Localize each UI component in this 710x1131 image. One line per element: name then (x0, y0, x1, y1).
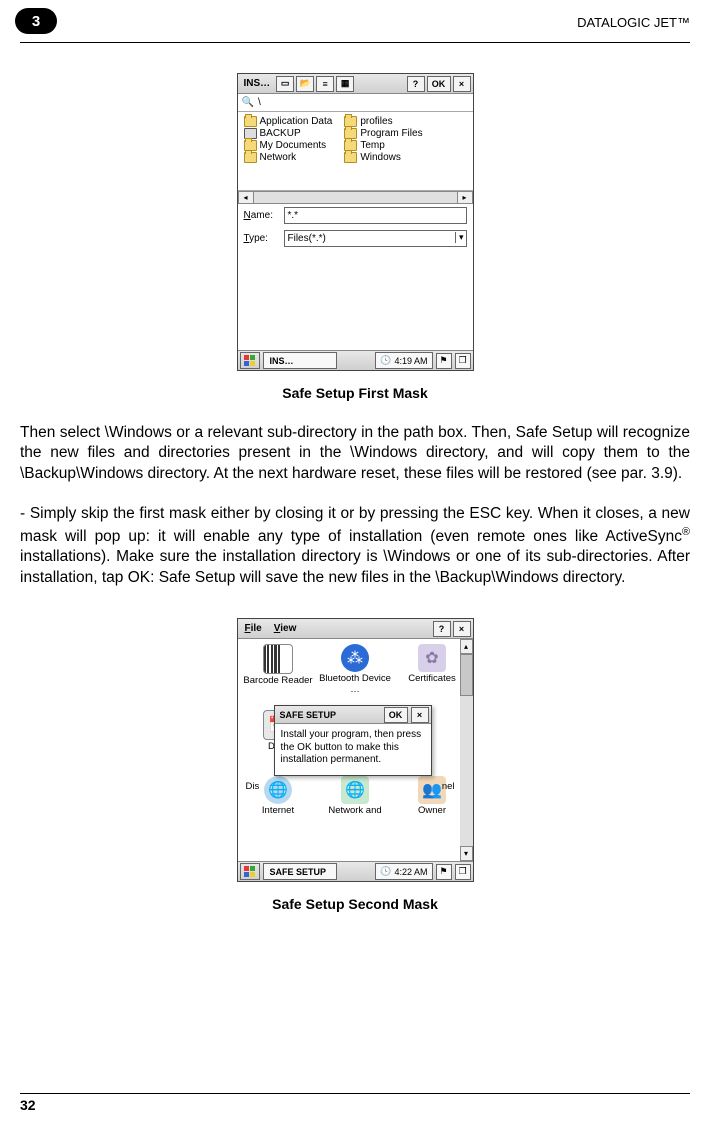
list-item[interactable]: Network (244, 152, 333, 163)
paragraph-2: - Simply skip the first mask either by c… (20, 504, 690, 588)
popup-ok-button[interactable]: OK (384, 707, 408, 723)
paragraph-1: Then select \Windows or a relevant sub-d… (20, 423, 690, 484)
toolbar-icon[interactable]: ▦ (336, 76, 354, 92)
section-badge: 3 (15, 8, 57, 34)
scroll-down-icon[interactable]: ▾ (460, 846, 473, 861)
tray-icon[interactable]: ❐ (455, 353, 471, 369)
start-button[interactable] (240, 352, 260, 369)
first-mask-window: INS… ▭ 📂 ≡ ▦ ? OK × 🔍 \ Application Data… (237, 73, 474, 371)
cpanel-item[interactable]: ⁂Bluetooth Device … (317, 644, 394, 706)
search-icon: 🔍 (242, 97, 254, 108)
safe-setup-popup: SAFE SETUP OK × Install your program, th… (274, 705, 432, 776)
toolbar-icon[interactable]: ≡ (316, 76, 334, 92)
toolbar-icon[interactable]: 📂 (296, 76, 314, 92)
folder-icon (344, 152, 357, 163)
cpanel-item[interactable]: 🌐Network and (317, 776, 394, 838)
close-button[interactable]: × (453, 76, 471, 92)
partial-label: Dis (246, 781, 260, 792)
close-button[interactable]: × (453, 621, 471, 637)
scroll-up-icon[interactable]: ▴ (460, 639, 473, 654)
second-mask-window: File View ? × Barcode Reader ⁂Bluetooth … (237, 618, 474, 882)
header-product: DATALOGIC JET™ (577, 15, 690, 30)
type-select[interactable]: Files(*.*) (284, 230, 467, 247)
ok-button[interactable]: OK (427, 76, 451, 92)
toolbar-icon[interactable]: ▭ (276, 76, 294, 92)
name-label: Name: (244, 210, 279, 221)
list-item[interactable]: Program Files (344, 128, 422, 139)
vertical-scrollbar[interactable]: ▴ ▾ (460, 639, 473, 861)
path-text: \ (258, 97, 261, 108)
partial-label: nel (442, 781, 455, 792)
popup-close-button[interactable]: × (411, 707, 429, 723)
taskbar-app[interactable]: INS… (263, 352, 337, 369)
tray-icon[interactable]: ⚑ (436, 864, 452, 880)
list-item[interactable]: profiles (344, 116, 422, 127)
list-item[interactable]: Temp (344, 140, 422, 151)
scroll-right-icon[interactable]: ▸ (457, 191, 473, 204)
taskbar-clock[interactable]: 🕓4:19 AM (375, 352, 432, 369)
taskbar-clock[interactable]: 🕓4:22 AM (375, 863, 432, 880)
blank-area (238, 250, 473, 350)
taskbar-app[interactable]: SAFE SETUP (263, 863, 337, 880)
scrollbar-thumb[interactable] (460, 654, 473, 696)
tray-icon[interactable]: ⚑ (436, 353, 452, 369)
help-button[interactable]: ? (407, 76, 425, 92)
tray-icon[interactable]: ❐ (455, 864, 471, 880)
footer-rule (20, 1093, 690, 1094)
help-button[interactable]: ? (433, 621, 451, 637)
header-rule (20, 42, 690, 43)
popup-body: Install your program, then press the OK … (275, 724, 431, 775)
bluetooth-icon: ⁂ (341, 644, 369, 672)
menu-file[interactable]: File (240, 623, 267, 634)
list-item[interactable]: My Documents (244, 140, 333, 151)
list-item[interactable]: Windows (344, 152, 422, 163)
folder-icon (244, 116, 257, 127)
certificates-icon: ✿ (418, 644, 446, 672)
horizontal-scrollbar[interactable]: ◂ ▸ (238, 191, 473, 204)
figure1-caption: Safe Setup First Mask (20, 385, 690, 401)
popup-title: SAFE SETUP (277, 710, 381, 720)
internet-icon: 🌐 (264, 776, 292, 804)
list-item[interactable]: BACKUP (244, 128, 333, 139)
window-title: INS… (240, 78, 275, 89)
file-list[interactable]: Application Data BACKUP My Documents Net… (238, 112, 473, 191)
start-button[interactable] (240, 863, 260, 880)
scroll-left-icon[interactable]: ◂ (238, 191, 254, 204)
page-number: 32 (20, 1097, 690, 1113)
figure2-caption: Safe Setup Second Mask (20, 896, 690, 912)
network-icon: 🌐 (341, 776, 369, 804)
menu-view[interactable]: View (269, 623, 302, 634)
name-input[interactable]: *.* (284, 207, 467, 224)
barcode-icon (263, 644, 293, 674)
type-label: Type: (244, 233, 279, 244)
folder-icon (244, 152, 257, 163)
cpanel-item[interactable]: Barcode Reader (240, 644, 317, 706)
list-item[interactable]: Application Data (244, 116, 333, 127)
